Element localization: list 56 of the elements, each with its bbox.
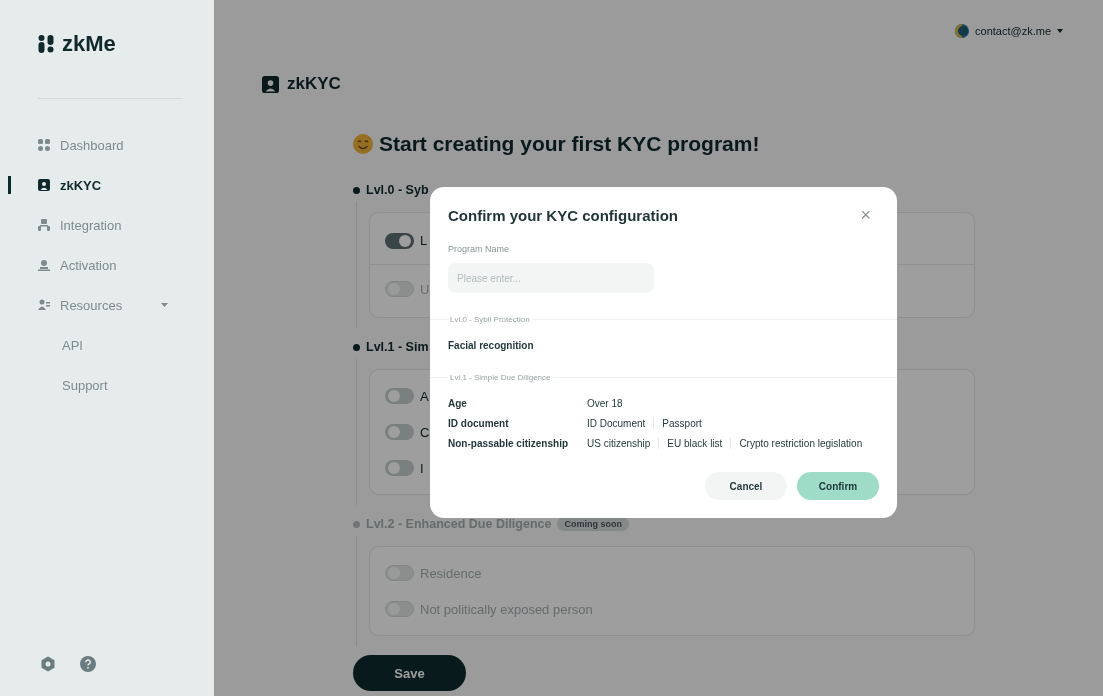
config-value: Over 18 (587, 398, 624, 409)
toggle-switch[interactable] (385, 388, 414, 404)
help-icon[interactable] (80, 656, 96, 672)
caret-icon (1057, 29, 1063, 33)
toggle-switch[interactable] (385, 232, 414, 249)
field-label: Program Name (448, 244, 511, 254)
active-indicator (8, 176, 11, 194)
sidebar-item[interactable]: zkKYC (0, 165, 214, 205)
section-title: Lvl.0 - Syb (366, 183, 429, 197)
option-label: Residence (420, 565, 482, 581)
cancel-button[interactable]: Cancel (705, 472, 787, 500)
grid-icon (38, 139, 50, 151)
option-label: U (420, 281, 430, 297)
option-label: L (420, 233, 428, 248)
user-badge-icon (38, 259, 50, 271)
config-value: ID Document (587, 418, 647, 429)
option-label: A (420, 388, 429, 404)
config-label: Facial recognition (448, 340, 535, 351)
logo-icon (38, 35, 54, 53)
config-label: Non-passable citizenship (448, 438, 570, 449)
option-label: I (420, 460, 424, 476)
avatar-icon (955, 24, 970, 38)
sidebar-item[interactable]: Dashboard (0, 125, 214, 165)
user-menu[interactable]: contact@zk.me (955, 24, 1063, 38)
toggle-switch[interactable] (385, 460, 414, 476)
toggle-switch[interactable] (385, 424, 414, 440)
people-icon (38, 219, 50, 231)
page-title: zkKYC (287, 74, 341, 94)
sidebar-item[interactable]: Resources (0, 285, 214, 325)
sidebar-subitem[interactable]: Support (0, 365, 214, 405)
section-title: Lvl.1 - Sim (366, 340, 429, 354)
config-value: US citizenship (587, 438, 652, 449)
settings-icon[interactable] (40, 656, 56, 672)
config-label: Age (448, 398, 468, 409)
sidebar-item[interactable]: Activation (0, 245, 214, 285)
config-value: Crypto restriction legislation (730, 438, 871, 449)
option-label: C (420, 424, 430, 440)
program-name-field[interactable]: Please enter... (448, 263, 654, 293)
config-value: EU black list (658, 438, 731, 449)
users-icon (38, 299, 50, 311)
config-value: Passport (653, 418, 710, 429)
save-button[interactable]: Save (353, 655, 466, 691)
sidebar-item[interactable]: Integration (0, 205, 214, 245)
confirm-button[interactable]: Confirm (797, 472, 879, 500)
group-title: Lvl.1 - Simple Due Diligence (449, 373, 552, 382)
logo-text: zkMe (62, 31, 116, 57)
sidebar-subitem[interactable]: API (0, 325, 214, 365)
close-button[interactable]: × (852, 205, 879, 226)
dialog-title: Confirm your KYC configuration (448, 207, 678, 224)
page-heading: Start creating your first KYC program! (379, 132, 760, 156)
id-card-icon (262, 75, 279, 93)
id-card-icon (38, 179, 50, 191)
group-title: Lvl.0 - Sybil Protection (449, 315, 531, 324)
option-label: Not politically exposed person (420, 601, 593, 617)
smiley-icon (353, 134, 373, 154)
config-label: ID document (448, 418, 510, 429)
